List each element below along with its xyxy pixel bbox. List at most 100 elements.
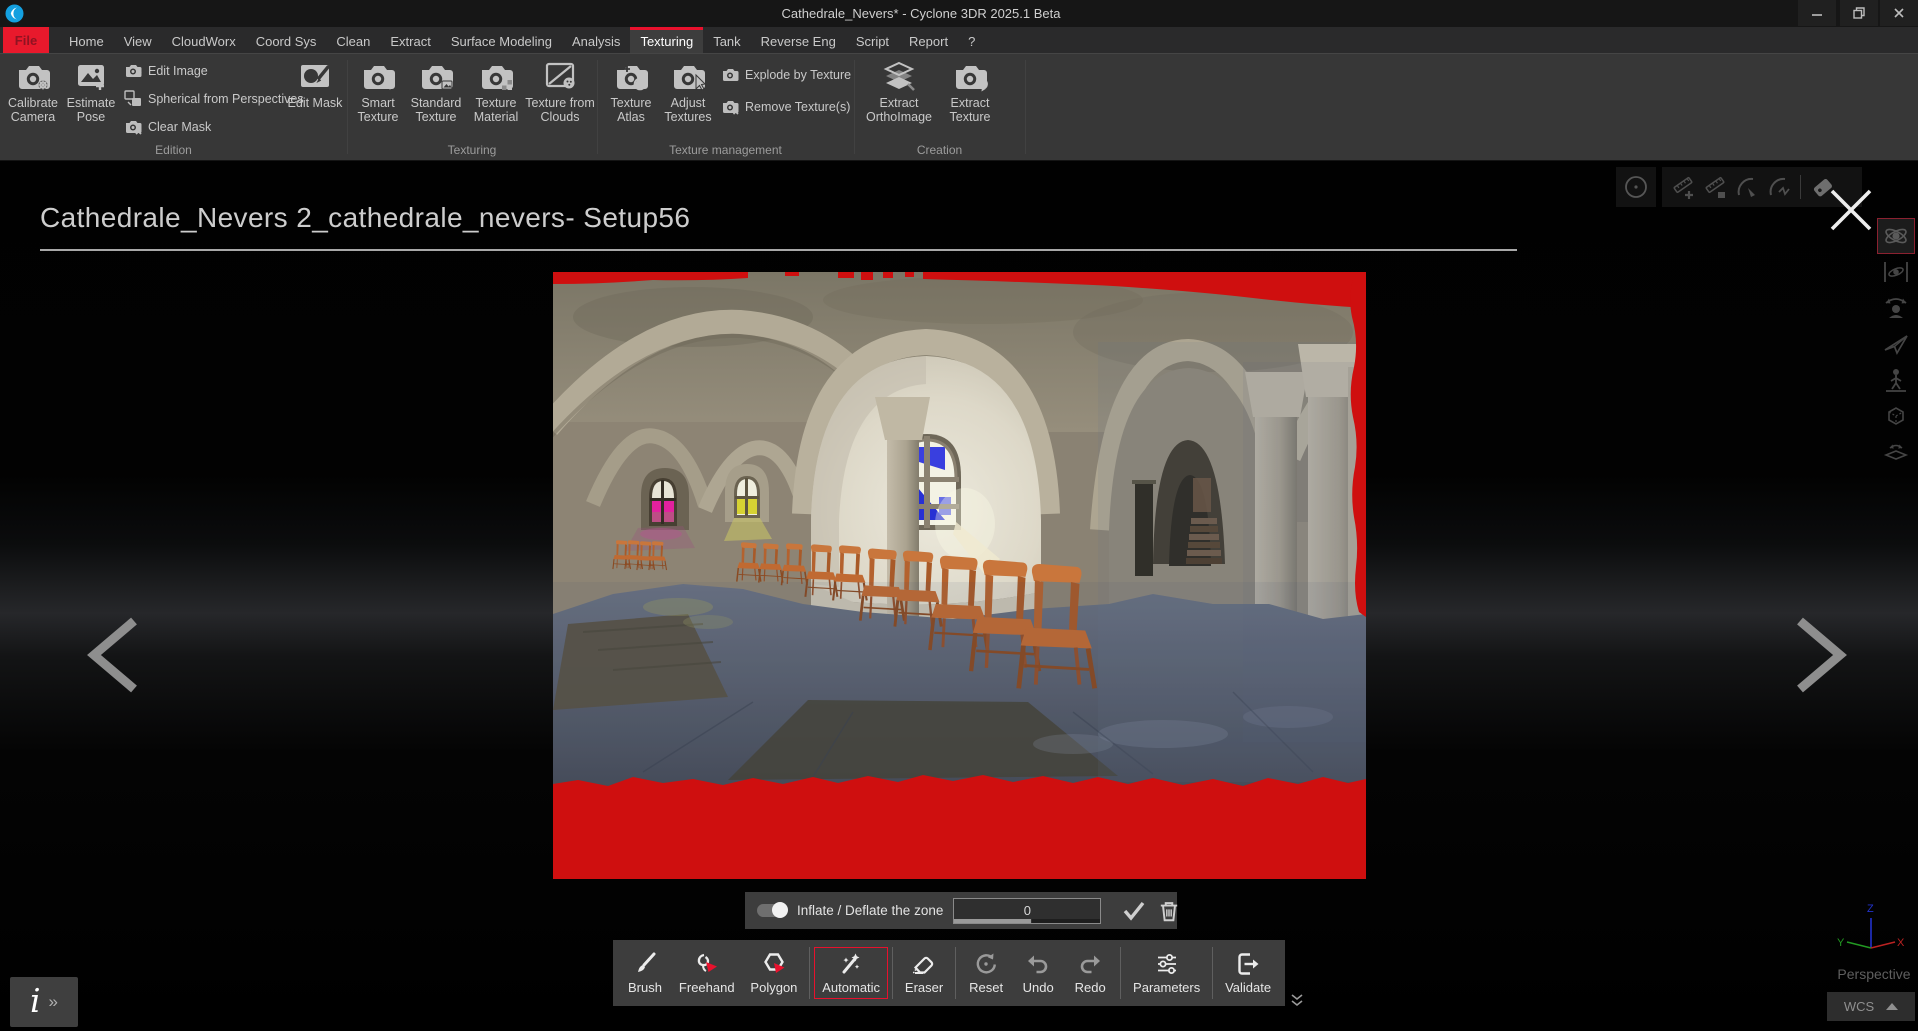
close-setup-button[interactable] xyxy=(1826,185,1876,235)
button-label: Extract Texture xyxy=(949,96,991,124)
button-label: Extract OrthoImage xyxy=(865,96,932,124)
texture-atlas-button[interactable]: Texture Atlas xyxy=(602,58,660,124)
app-logo-icon[interactable] xyxy=(5,4,24,23)
polygon-tool-button[interactable]: Polygon xyxy=(742,947,805,999)
smart-texture-button[interactable]: Smart Texture xyxy=(349,58,407,124)
panorama-mask-canvas[interactable] xyxy=(553,272,1366,879)
view-cube-button[interactable] xyxy=(1877,398,1915,434)
tool-label: Eraser xyxy=(904,980,944,995)
extract-texture-button[interactable]: Extract Texture xyxy=(941,58,999,124)
remove-textures-button[interactable]: Remove Texture(s) xyxy=(721,98,850,116)
validate-exit-icon xyxy=(1238,953,1259,975)
navigation-mode-toolbar xyxy=(1874,218,1918,470)
look-around-mode-button[interactable] xyxy=(1877,290,1915,326)
edit-mask-button[interactable]: Edit Mask xyxy=(286,58,344,110)
texture-from-clouds-button[interactable]: Texture from Clouds xyxy=(525,58,595,124)
spherical-from-perspectives-button[interactable]: Spherical from Perspectives xyxy=(124,90,304,108)
standard-texture-icon xyxy=(422,66,453,90)
inflate-label: Inflate / Deflate the zone xyxy=(797,903,944,918)
setup-title: Cathedrale_Nevers 2_cathedrale_nevers- S… xyxy=(40,201,691,233)
menu-item-clean[interactable]: Clean xyxy=(326,27,380,53)
menu-item-home[interactable]: Home xyxy=(59,27,114,53)
title-bar: Cathedrale_Nevers* - Cyclone 3DR 2025.1 … xyxy=(0,0,1918,27)
toolbar-separator xyxy=(955,947,957,999)
collapse-toolbar-icon[interactable] xyxy=(1288,993,1306,1009)
toolbar-separator xyxy=(1120,947,1122,999)
estimate-pose-button[interactable]: Estimate Pose xyxy=(62,58,120,124)
edit-mask-icon xyxy=(301,65,330,87)
apply-inflate-button[interactable] xyxy=(1121,898,1147,924)
validate-button[interactable]: Validate xyxy=(1217,947,1279,999)
next-setup-button[interactable] xyxy=(1792,615,1852,695)
menu-item-script[interactable]: Script xyxy=(846,27,899,53)
tool-label: Validate xyxy=(1225,980,1272,995)
info-panel-button[interactable]: i » xyxy=(10,977,78,1027)
constrained-orbit-mode-button[interactable] xyxy=(1877,254,1915,290)
previous-setup-button[interactable] xyxy=(82,615,142,695)
axis-x-label: X xyxy=(1897,937,1905,949)
button-label: Texture Atlas xyxy=(610,96,652,124)
clear-mask-button[interactable]: Clear Mask xyxy=(124,118,211,136)
redo-button[interactable]: Redo xyxy=(1064,947,1116,999)
calibrate-camera-button[interactable]: Calibrate Camera xyxy=(4,58,62,124)
inflate-deflate-bar: Inflate / Deflate the zone xyxy=(745,892,1178,929)
menu-item-surface-modeling[interactable]: Surface Modeling xyxy=(441,27,562,53)
add-measure-icon[interactable] xyxy=(1670,174,1696,200)
extract-orthoimage-button[interactable]: Extract OrthoImage xyxy=(864,58,934,124)
angle-measure-icon[interactable] xyxy=(1734,174,1760,200)
paper-plane-icon xyxy=(1884,335,1908,355)
explode-by-texture-button[interactable]: Explode by Texture xyxy=(721,66,851,84)
button-label: Spherical from Perspectives xyxy=(148,92,304,106)
reset-button[interactable]: Reset xyxy=(960,947,1012,999)
ribbon-group-creation: Extract OrthoImage Extract Texture Creat… xyxy=(854,54,1025,160)
orbit-icon xyxy=(1885,228,1907,244)
toolbar-separator xyxy=(891,947,893,999)
menu-item-extract[interactable]: Extract xyxy=(380,27,440,53)
menu-item-help[interactable]: ? xyxy=(958,27,985,53)
angle-axis-measure-icon[interactable] xyxy=(1766,174,1792,200)
texture-material-button[interactable]: Texture Material xyxy=(467,58,525,124)
parameters-button[interactable]: Parameters xyxy=(1125,947,1208,999)
close-window-button[interactable] xyxy=(1880,0,1918,26)
menu-item-analysis[interactable]: Analysis xyxy=(562,27,630,53)
restore-button[interactable] xyxy=(1840,0,1878,26)
menu-item-view[interactable]: View xyxy=(114,27,162,53)
texture-material-icon xyxy=(482,66,513,90)
automatic-tool-button[interactable]: Automatic xyxy=(814,947,888,999)
edit-image-button[interactable]: Edit Image xyxy=(124,62,208,80)
inflate-toggle[interactable] xyxy=(757,902,788,918)
coordinate-system-dropdown[interactable]: WCS xyxy=(1827,992,1915,1021)
brush-icon xyxy=(638,952,656,972)
group-label: Texture management xyxy=(669,143,782,157)
minimize-button[interactable] xyxy=(1798,0,1836,26)
inflate-slider-fill[interactable] xyxy=(954,918,1032,923)
menu-item-reverse-eng[interactable]: Reverse Eng xyxy=(751,27,846,53)
menu-item-texturing[interactable]: Texturing xyxy=(630,27,704,53)
eraser-tool-button[interactable]: Eraser xyxy=(897,947,951,999)
menu-item-report[interactable]: Report xyxy=(899,27,958,53)
undo-button[interactable]: Undo xyxy=(1012,947,1064,999)
menu-item-cloudworx[interactable]: CloudWorx xyxy=(162,27,246,53)
remove-measure-icon[interactable] xyxy=(1702,174,1728,200)
menu-item-coord-sys[interactable]: Coord Sys xyxy=(246,27,327,53)
freehand-tool-button[interactable]: Freehand xyxy=(671,947,742,999)
brush-tool-button[interactable]: Brush xyxy=(619,947,671,999)
window-title: Cathedrale_Nevers* - Cyclone 3DR 2025.1 … xyxy=(781,6,1061,21)
eraser-icon xyxy=(912,956,934,974)
center-view-button[interactable] xyxy=(1616,167,1656,207)
orbit-mode-button[interactable] xyxy=(1877,218,1915,254)
turntable-mode-button[interactable] xyxy=(1877,434,1915,470)
menu-file-button[interactable]: File xyxy=(3,27,49,53)
tool-label: Reset xyxy=(969,980,1004,995)
standard-texture-button[interactable]: Standard Texture xyxy=(407,58,465,124)
walk-mode-button[interactable] xyxy=(1877,362,1915,398)
tool-label: Automatic xyxy=(822,980,881,995)
delete-zone-button[interactable] xyxy=(1157,899,1181,923)
sliders-icon xyxy=(1157,954,1176,974)
adjust-textures-button[interactable]: Adjust Textures xyxy=(659,58,717,124)
menu-item-tank[interactable]: Tank xyxy=(703,27,750,53)
image-plus-icon xyxy=(78,65,104,90)
trash-icon xyxy=(1161,901,1178,921)
button-label: Adjust Textures xyxy=(664,96,712,124)
fly-mode-button[interactable] xyxy=(1877,326,1915,362)
